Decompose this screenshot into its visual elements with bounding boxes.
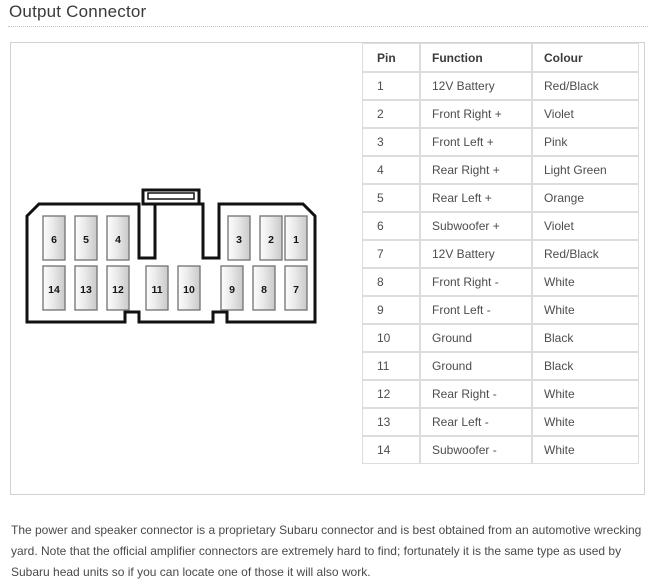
cell-function: 12V Battery	[420, 240, 532, 268]
pin-pad-11: 11	[145, 265, 169, 311]
cell-function: 12V Battery	[420, 72, 532, 100]
cell-pin: 3	[362, 128, 420, 156]
cell-pin: 13	[362, 408, 420, 436]
cell-pin: 12	[362, 380, 420, 408]
cell-colour: White	[532, 296, 639, 324]
pin-pad-label: 9	[229, 284, 235, 296]
cell-function: Front Right +	[420, 100, 532, 128]
cell-pin: 9	[362, 296, 420, 324]
connector-latch-inner	[147, 192, 195, 200]
cell-colour: Orange	[532, 184, 639, 212]
table-row: 13 Rear Left - White	[362, 408, 639, 436]
table-header-row: Pin Function Colour	[362, 43, 639, 72]
cell-colour: Violet	[532, 212, 639, 240]
cell-function: Subwoofer -	[420, 436, 532, 464]
content-panel: 6 5 4 3 2 1 14 13 12 11 10 9 8 7 Pin Fun…	[10, 42, 645, 495]
cell-pin: 6	[362, 212, 420, 240]
pin-pad-label: 13	[80, 284, 92, 296]
pin-pad-1: 1	[284, 215, 308, 261]
cell-pin: 7	[362, 240, 420, 268]
table-row: 7 12V Battery Red/Black	[362, 240, 639, 268]
table-row: 11 Ground Black	[362, 352, 639, 380]
cell-colour: Red/Black	[532, 72, 639, 100]
cell-function: Front Left +	[420, 128, 532, 156]
pin-pad-label: 5	[83, 234, 89, 246]
table-row: 2 Front Right + Violet	[362, 100, 639, 128]
table-row: 3 Front Left + Pink	[362, 128, 639, 156]
pin-pad-label: 2	[268, 234, 274, 246]
page-title: Output Connector	[9, 2, 147, 21]
pinout-table-body: 1 12V Battery Red/Black 2 Front Right + …	[362, 72, 639, 464]
table-row: 4 Rear Right + Light Green	[362, 156, 639, 184]
cell-function: Subwoofer +	[420, 212, 532, 240]
cell-colour: Violet	[532, 100, 639, 128]
pin-pad-6: 6	[42, 215, 66, 261]
pin-pad-14: 14	[42, 265, 66, 311]
pin-pad-label: 14	[48, 284, 60, 296]
cell-colour: White	[532, 436, 639, 464]
table-row: 5 Rear Left + Orange	[362, 184, 639, 212]
pin-pad-12: 12	[106, 265, 130, 311]
cell-function: Rear Left +	[420, 184, 532, 212]
title-divider	[8, 26, 648, 27]
cell-pin: 10	[362, 324, 420, 352]
cell-colour: Black	[532, 324, 639, 352]
table-row: 8 Front Right - White	[362, 268, 639, 296]
cell-function: Front Right -	[420, 268, 532, 296]
pin-pad-7: 7	[284, 265, 308, 311]
pin-pad-8: 8	[252, 265, 276, 311]
cell-pin: 4	[362, 156, 420, 184]
connector-diagram: 6 5 4 3 2 1 14 13 12 11 10 9 8 7	[21, 186, 321, 331]
cell-colour: Black	[532, 352, 639, 380]
cell-colour: Red/Black	[532, 240, 639, 268]
column-header-function: Function	[420, 43, 532, 72]
footer-note: The power and speaker connector is a pro…	[11, 523, 642, 579]
cell-colour: White	[532, 380, 639, 408]
table-row: 14 Subwoofer - White	[362, 436, 639, 464]
pin-pad-label: 10	[183, 284, 195, 296]
pin-pad-label: 3	[236, 234, 242, 246]
cell-pin: 14	[362, 436, 420, 464]
pin-pad-label: 12	[112, 284, 124, 296]
pin-pad-label: 1	[293, 234, 299, 246]
cell-colour: Light Green	[532, 156, 639, 184]
connector-outline-svg: 6 5 4 3 2 1 14 13 12 11 10 9 8 7	[25, 188, 317, 324]
cell-colour: White	[532, 268, 639, 296]
cell-function: Rear Right +	[420, 156, 532, 184]
pinout-table: Pin Function Colour 1 12V Battery Red/Bl…	[362, 43, 639, 464]
cell-function: Ground	[420, 352, 532, 380]
pin-pad-5: 5	[74, 215, 98, 261]
pin-pad-4: 4	[106, 215, 130, 261]
pin-pad-label: 6	[51, 234, 57, 246]
pin-pad-9: 9	[220, 265, 244, 311]
cell-function: Rear Left -	[420, 408, 532, 436]
pin-pad-label: 4	[115, 234, 121, 246]
pin-pad-13: 13	[74, 265, 98, 311]
pin-pad-label: 8	[261, 284, 267, 296]
pin-pad-10: 10	[177, 265, 201, 311]
pin-pad-3: 3	[227, 215, 251, 261]
table-row: 9 Front Left - White	[362, 296, 639, 324]
column-header-colour: Colour	[532, 43, 639, 72]
cell-colour: Pink	[532, 128, 639, 156]
cell-colour: White	[532, 408, 639, 436]
table-row: 10 Ground Black	[362, 324, 639, 352]
cell-pin: 1	[362, 72, 420, 100]
table-row: 12 Rear Right - White	[362, 380, 639, 408]
pin-pad-2: 2	[259, 215, 283, 261]
cell-function: Ground	[420, 324, 532, 352]
cell-function: Rear Right -	[420, 380, 532, 408]
cell-pin: 11	[362, 352, 420, 380]
pin-pad-label: 7	[293, 284, 299, 296]
pin-pad-label: 11	[151, 284, 162, 296]
cell-pin: 5	[362, 184, 420, 212]
cell-pin: 8	[362, 268, 420, 296]
column-header-pin: Pin	[362, 43, 420, 72]
cell-function: Front Left -	[420, 296, 532, 324]
cell-pin: 2	[362, 100, 420, 128]
table-row: 1 12V Battery Red/Black	[362, 72, 639, 100]
table-row: 6 Subwoofer + Violet	[362, 212, 639, 240]
